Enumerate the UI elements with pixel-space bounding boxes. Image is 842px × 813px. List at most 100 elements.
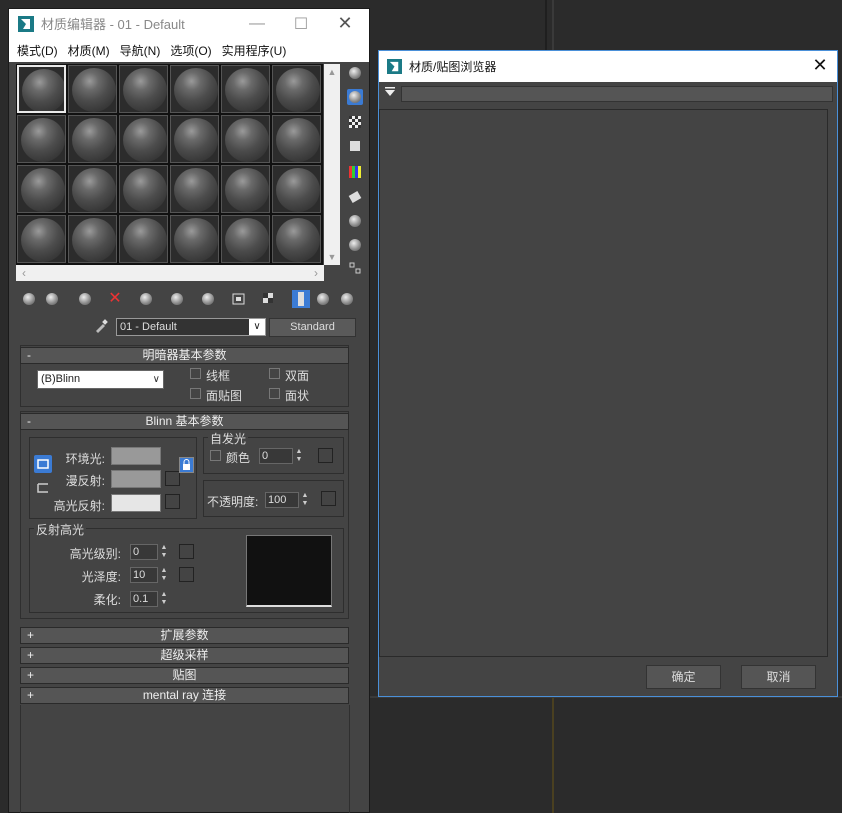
sample-slot[interactable] <box>221 65 270 113</box>
scroll-up-icon[interactable]: ▲ <box>324 64 340 80</box>
wire-checkbox[interactable] <box>190 368 201 379</box>
sample-slot[interactable] <box>119 215 168 263</box>
show-end-result-icon[interactable] <box>292 290 310 308</box>
specular-map-button[interactable] <box>165 494 180 509</box>
sample-slot[interactable] <box>68 115 117 163</box>
ambient-color-swatch[interactable] <box>111 447 161 465</box>
material-map-navigator-icon[interactable] <box>347 261 363 277</box>
lock-diffuse-specular-icon[interactable] <box>34 479 52 497</box>
rollup-blinn-basic[interactable]: - Blinn 基本参数 <box>20 413 349 430</box>
lock-icon[interactable] <box>179 457 194 473</box>
material-id-channel-icon[interactable] <box>231 291 247 307</box>
video-color-check-icon[interactable] <box>347 164 363 180</box>
menu-material[interactable]: 材质(M) <box>68 42 110 59</box>
sample-slot[interactable] <box>17 115 66 163</box>
specular-level-input[interactable]: 0 <box>130 544 158 560</box>
lock-ambient-diffuse-icon[interactable] <box>34 455 52 473</box>
sample-slot[interactable] <box>170 65 219 113</box>
get-material-icon[interactable] <box>21 291 37 307</box>
spinner-arrows-icon[interactable]: ▲ ▼ <box>300 492 310 508</box>
sample-slot[interactable] <box>221 115 270 163</box>
sample-slot[interactable] <box>119 65 168 113</box>
put-to-scene-icon[interactable] <box>44 291 60 307</box>
put-to-library-icon[interactable] <box>200 291 216 307</box>
sample-slot[interactable] <box>119 115 168 163</box>
options-icon[interactable] <box>347 213 363 229</box>
horizontal-scrollbar[interactable]: ‹ › <box>16 265 324 281</box>
go-forward-sibling-icon[interactable] <box>339 291 355 307</box>
make-preview-icon[interactable] <box>347 189 363 205</box>
sample-slot[interactable] <box>170 165 219 213</box>
backlight-icon[interactable] <box>347 89 363 105</box>
sample-slot[interactable] <box>221 215 270 263</box>
sample-slot[interactable] <box>221 165 270 213</box>
shader-type-select[interactable]: (B)Blinn ∨ <box>37 370 164 389</box>
search-by-name-input[interactable] <box>401 86 833 102</box>
spinner-arrows-icon[interactable]: ▲ ▼ <box>159 567 169 583</box>
sample-slot[interactable] <box>119 165 168 213</box>
chevron-down-icon[interactable]: ∨ <box>249 319 265 335</box>
vertical-scrollbar[interactable]: ▲ ▼ <box>324 64 340 265</box>
menu-options[interactable]: 选项(O) <box>170 42 211 59</box>
menu-mode[interactable]: 模式(D) <box>17 42 58 59</box>
sample-slot[interactable] <box>68 165 117 213</box>
glossiness-input[interactable]: 10 <box>130 567 158 583</box>
filter-options-icon[interactable] <box>384 87 396 99</box>
rollup-shader-basic[interactable]: - 明暗器基本参数 <box>20 347 349 364</box>
menu-utilities[interactable]: 实用程序(U) <box>222 42 287 59</box>
sample-slot[interactable] <box>170 115 219 163</box>
self-illum-map-button[interactable] <box>318 448 333 463</box>
sample-slot[interactable] <box>272 165 321 213</box>
self-illum-value-input[interactable]: 0 <box>259 448 293 464</box>
material-map-list[interactable] <box>379 109 828 657</box>
reset-delete-icon[interactable]: ✕ <box>107 291 123 307</box>
go-to-parent-icon[interactable] <box>315 291 331 307</box>
title-bar[interactable]: 材质/贴图浏览器 ✕ <box>379 51 837 82</box>
sample-slot[interactable] <box>17 65 66 113</box>
sample-slot[interactable] <box>17 165 66 213</box>
sample-slot[interactable] <box>170 215 219 263</box>
pick-material-icon[interactable] <box>94 319 108 333</box>
rollup-maps[interactable]: + 贴图 <box>20 667 349 684</box>
sample-uv-tiling-icon[interactable] <box>347 139 363 155</box>
scroll-left-icon[interactable]: ‹ <box>16 265 32 281</box>
specular-color-swatch[interactable] <box>111 494 161 512</box>
ok-button[interactable]: 确定 <box>646 665 721 689</box>
self-illum-color-checkbox[interactable] <box>210 450 221 461</box>
spinner-arrows-icon[interactable]: ▲ ▼ <box>294 448 304 464</box>
menu-navigation[interactable]: 导航(N) <box>120 42 161 59</box>
make-unique-icon[interactable] <box>169 291 185 307</box>
scroll-down-icon[interactable]: ▼ <box>324 249 340 265</box>
maximize-button[interactable]: ☐ <box>283 9 319 38</box>
sample-slot[interactable] <box>17 215 66 263</box>
sample-type-icon[interactable] <box>347 65 363 81</box>
cancel-button[interactable]: 取消 <box>741 665 816 689</box>
opacity-map-button[interactable] <box>321 491 336 506</box>
opacity-value-input[interactable]: 100 <box>265 492 299 508</box>
sample-slot[interactable] <box>68 215 117 263</box>
faceted-checkbox[interactable] <box>269 388 280 399</box>
sample-slot[interactable] <box>272 65 321 113</box>
assign-to-selection-icon[interactable] <box>77 291 93 307</box>
glossiness-map-button[interactable] <box>179 567 194 582</box>
sample-slot[interactable] <box>272 115 321 163</box>
two-sided-checkbox[interactable] <box>269 368 280 379</box>
rollup-extended[interactable]: + 扩展参数 <box>20 627 349 644</box>
title-bar[interactable]: 材质编辑器 - 01 - Default — ☐ ✕ <box>9 9 369 38</box>
rollup-mental-ray[interactable]: + mental ray 连接 <box>20 687 349 704</box>
diffuse-color-swatch[interactable] <box>111 470 161 488</box>
rollup-supersampling[interactable]: + 超级采样 <box>20 647 349 664</box>
diffuse-map-button[interactable] <box>165 471 180 486</box>
show-shaded-map-icon[interactable] <box>261 291 277 307</box>
specular-level-map-button[interactable] <box>179 544 194 559</box>
spinner-arrows-icon[interactable]: ▲ ▼ <box>159 591 169 607</box>
spinner-arrows-icon[interactable]: ▲ ▼ <box>159 544 169 560</box>
soften-input[interactable]: 0.1 <box>130 591 158 607</box>
sample-slot[interactable] <box>272 215 321 263</box>
copy-material-icon[interactable] <box>138 291 154 307</box>
close-button[interactable]: ✕ <box>811 56 829 74</box>
material-name-input[interactable]: 01 - Default ∨ <box>116 318 266 336</box>
sample-slot[interactable] <box>68 65 117 113</box>
face-map-checkbox[interactable] <box>190 388 201 399</box>
minimize-button[interactable]: — <box>239 9 275 38</box>
